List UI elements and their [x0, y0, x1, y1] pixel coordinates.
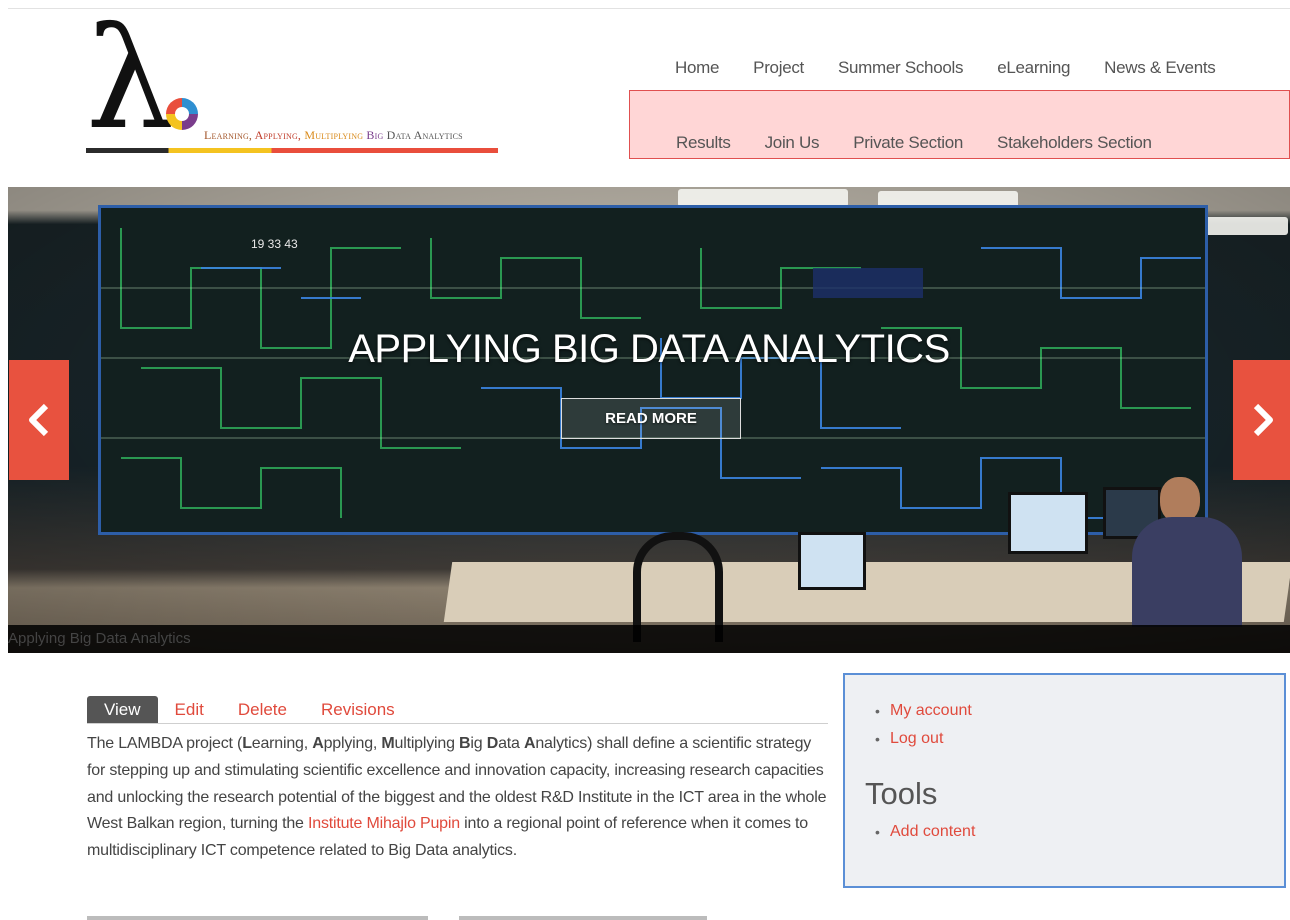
logo-tagline: Learning, Applying, Multiplying Big Data… — [204, 128, 463, 142]
list-item: Add content — [845, 818, 975, 846]
nav-private-section[interactable]: Private Section — [848, 131, 968, 155]
slider-next-button[interactable] — [1233, 360, 1290, 480]
tools-heading: Tools — [865, 776, 938, 811]
hero-title: APPLYING BIG DATA ANALYTICS — [348, 327, 950, 371]
lambda-symbol: λ — [86, 0, 175, 161]
hero-slider: 19 33 43 APPLYING BIG DATA ANALYTICS REA… — [8, 187, 1290, 653]
institute-link[interactable]: Institute Mihajlo Pupin — [308, 815, 460, 832]
logo-badge-icon — [166, 98, 198, 130]
nav-join-us[interactable]: Join Us — [760, 131, 825, 155]
nav-home[interactable]: Home — [670, 56, 724, 80]
next-paragraph-cutoff — [87, 910, 707, 920]
list-item: Log out — [845, 725, 972, 753]
operator-figure — [1132, 477, 1242, 627]
site-logo[interactable]: λ Learning, Applying, Multiplying Big Da… — [86, 10, 506, 158]
chevron-left-icon — [29, 403, 49, 437]
top-divider — [8, 8, 1290, 9]
secondary-nav-highlight: Results Join Us Private Section Stakehol… — [629, 90, 1290, 159]
slide-caption: Applying Big Data Analytics — [8, 625, 1290, 653]
tab-revisions[interactable]: Revisions — [304, 696, 412, 723]
monitor — [1008, 492, 1088, 554]
read-more-button[interactable]: READ MORE — [561, 398, 741, 439]
project-description: The LAMBDA project (Learning, Applying, … — [87, 735, 827, 860]
nav-summer-schools[interactable]: Summer Schools — [833, 56, 968, 80]
nav-project[interactable]: Project — [748, 56, 809, 80]
logo-stripe — [86, 148, 498, 153]
wall-counter: 19 33 43 — [251, 237, 298, 251]
tab-view[interactable]: View — [87, 696, 158, 723]
nav-results[interactable]: Results — [671, 131, 736, 155]
nav-stakeholders-section[interactable]: Stakeholders Section — [992, 131, 1157, 155]
monitor — [798, 532, 866, 590]
tools-menu: Add content — [845, 818, 975, 846]
chevron-right-icon — [1253, 403, 1273, 437]
sidebar-block: My account Log out Tools Add content — [843, 673, 1286, 888]
list-item: My account — [845, 697, 972, 725]
ceiling-light — [1198, 217, 1288, 235]
my-account-link[interactable]: My account — [890, 702, 972, 719]
slider-prev-button[interactable] — [9, 360, 69, 480]
nav-news-events[interactable]: News & Events — [1099, 56, 1220, 80]
node-tabs: View Edit Delete Revisions — [87, 696, 828, 724]
user-menu: My account Log out — [845, 697, 972, 753]
nav-elearning[interactable]: eLearning — [992, 56, 1075, 80]
tab-delete[interactable]: Delete — [221, 696, 304, 723]
main-nav: Home Project Summer Schools eLearning Ne… — [670, 56, 1221, 80]
log-out-link[interactable]: Log out — [890, 730, 943, 747]
tab-edit[interactable]: Edit — [158, 696, 221, 723]
add-content-link[interactable]: Add content — [890, 823, 975, 840]
